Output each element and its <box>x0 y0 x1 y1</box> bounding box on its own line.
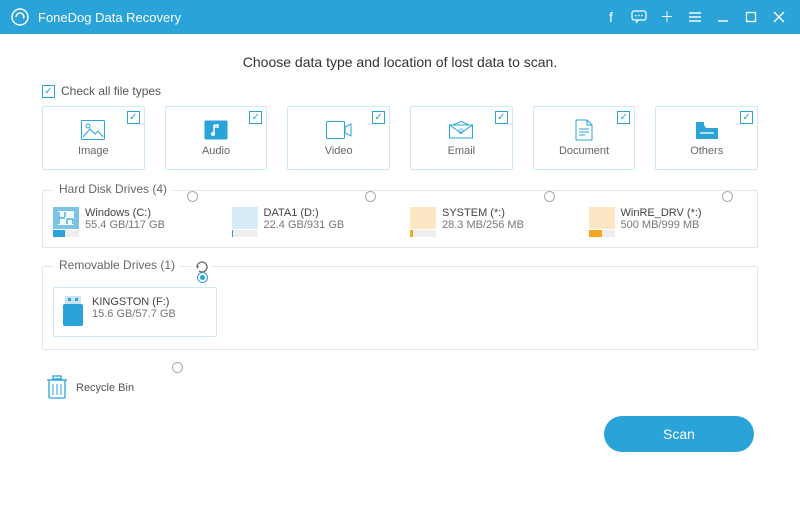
check-all-checkbox[interactable]: ✓ <box>42 85 55 98</box>
filetype-checkbox[interactable]: ✓ <box>127 111 140 124</box>
usb-icon <box>60 296 86 328</box>
filetype-label: Others <box>690 145 723 157</box>
hard-disk-section: Hard Disk Drives (4) Windows (C:) 55.4 G… <box>42 190 758 248</box>
svg-text:@: @ <box>458 129 464 135</box>
filetype-audio[interactable]: ✓ Audio <box>165 106 268 170</box>
drive-radio[interactable] <box>544 191 555 202</box>
drive-icon <box>410 207 436 237</box>
filetype-checkbox[interactable]: ✓ <box>372 111 385 124</box>
video-icon <box>326 119 352 141</box>
drive-icon <box>53 207 79 237</box>
drive-name: WinRE_DRV (*:) <box>621 207 702 219</box>
filetype-label: Audio <box>202 145 230 157</box>
close-button[interactable] <box>768 6 790 28</box>
recycle-bin-icon <box>46 374 68 403</box>
section-label: Removable Drives (1) <box>53 258 181 272</box>
drive-winre[interactable]: WinRE_DRV (*:) 500 MB/999 MB <box>589 207 748 237</box>
document-icon <box>571 119 597 141</box>
filetype-checkbox[interactable]: ✓ <box>740 111 753 124</box>
filetype-label: Video <box>325 145 353 157</box>
recycle-bin-row[interactable]: Recycle Bin <box>42 368 758 408</box>
filetype-label: Document <box>559 145 609 157</box>
recycle-radio[interactable] <box>172 362 183 373</box>
filetype-video[interactable]: ✓ Video <box>287 106 390 170</box>
others-icon <box>694 119 720 141</box>
section-label: Hard Disk Drives (4) <box>53 182 173 196</box>
app-title: FoneDog Data Recovery <box>38 10 594 25</box>
filetype-others[interactable]: ✓ Others <box>655 106 758 170</box>
filetype-image[interactable]: ✓ Image <box>42 106 145 170</box>
filetype-checkbox[interactable]: ✓ <box>249 111 262 124</box>
check-all-label: Check all file types <box>61 84 161 98</box>
filetype-row: ✓ Image ✓ Audio ✓ Video ✓ @ Email <box>42 106 758 170</box>
titlebar: FoneDog Data Recovery f ＋ <box>0 0 800 34</box>
drive-icon <box>232 207 258 237</box>
drive-kingston[interactable]: KINGSTON (F:) 15.6 GB/57.7 GB <box>53 287 217 337</box>
drive-size: 22.4 GB/931 GB <box>264 219 345 231</box>
drive-size: 55.4 GB/117 GB <box>85 219 165 231</box>
add-icon[interactable]: ＋ <box>656 6 678 28</box>
filetype-document[interactable]: ✓ Document <box>533 106 636 170</box>
drive-size: 28.3 MB/256 MB <box>442 219 524 231</box>
filetype-checkbox[interactable]: ✓ <box>617 111 630 124</box>
drive-radio[interactable] <box>365 191 376 202</box>
filetype-email[interactable]: ✓ @ Email <box>410 106 513 170</box>
drive-c[interactable]: Windows (C:) 55.4 GB/117 GB <box>53 207 212 237</box>
recycle-bin-label: Recycle Bin <box>76 382 134 394</box>
drive-size: 15.6 GB/57.7 GB <box>92 308 176 320</box>
page-headline: Choose data type and location of lost da… <box>42 54 758 70</box>
drive-system[interactable]: SYSTEM (*:) 28.3 MB/256 MB <box>410 207 569 237</box>
drive-icon <box>589 207 615 237</box>
drive-name: SYSTEM (*:) <box>442 207 524 219</box>
drive-radio[interactable] <box>187 191 198 202</box>
drive-radio[interactable] <box>197 272 208 283</box>
drive-name: DATA1 (D:) <box>264 207 345 219</box>
check-all-row[interactable]: ✓ Check all file types <box>42 84 758 98</box>
menu-icon[interactable] <box>684 6 706 28</box>
drive-size: 500 MB/999 MB <box>621 219 702 231</box>
facebook-icon[interactable]: f <box>600 6 622 28</box>
filetype-label: Image <box>78 145 109 157</box>
audio-icon <box>203 119 229 141</box>
scan-button[interactable]: Scan <box>604 416 754 452</box>
removable-section: Removable Drives (1) KINGSTON (F:) 15.6 … <box>42 266 758 350</box>
drive-radio[interactable] <box>722 191 733 202</box>
app-logo <box>10 7 30 27</box>
drive-d[interactable]: DATA1 (D:) 22.4 GB/931 GB <box>232 207 391 237</box>
drive-name: Windows (C:) <box>85 207 165 219</box>
filetype-checkbox[interactable]: ✓ <box>495 111 508 124</box>
email-icon: @ <box>448 119 474 141</box>
image-icon <box>80 119 106 141</box>
drive-name: KINGSTON (F:) <box>92 296 176 308</box>
feedback-icon[interactable] <box>628 6 650 28</box>
maximize-button[interactable] <box>740 6 762 28</box>
minimize-button[interactable] <box>712 6 734 28</box>
filetype-label: Email <box>448 145 476 157</box>
